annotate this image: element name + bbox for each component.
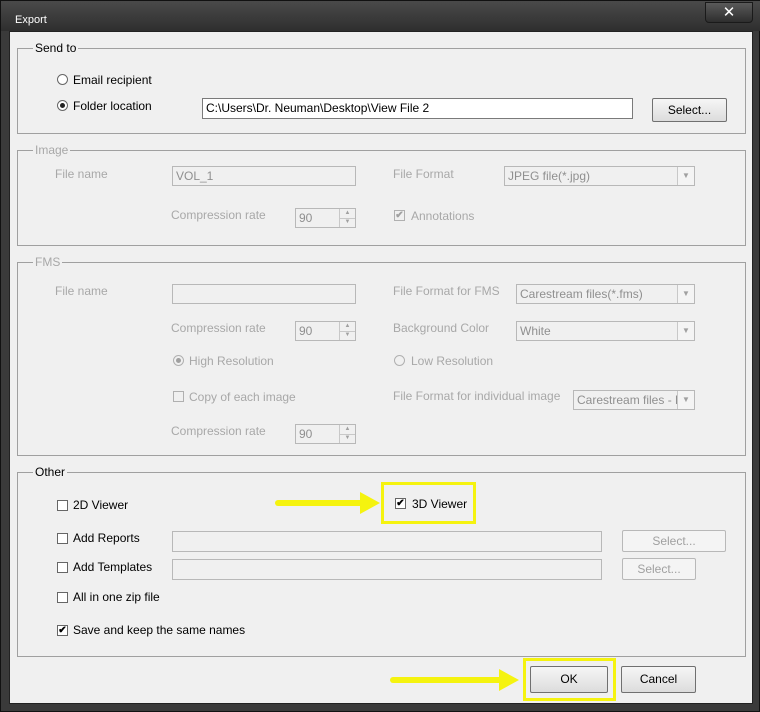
chevron-down-icon: ▼ (677, 322, 694, 340)
individual-format-dropdown[interactable]: Carestream files - Lar ▼ (573, 390, 695, 410)
fms-compression-stepper[interactable]: 90 ▲ ▼ (295, 321, 356, 341)
title-bar[interactable]: Export ✕ (1, 1, 760, 31)
chevron-down-icon: ▼ (677, 285, 694, 303)
radio-dot (176, 358, 181, 363)
fms-compression2-label: Compression rate (171, 424, 266, 438)
fms-compression-value: 90 (299, 324, 313, 338)
radio-dot (60, 103, 65, 108)
fms-file-format-label: File Format for FMS (393, 284, 500, 298)
image-file-name-label: File name (55, 167, 108, 181)
dialog-body: Send to Email recipient Folder location … (9, 31, 753, 704)
add-templates-label: Add Templates (73, 560, 153, 574)
image-file-format-dropdown[interactable]: JPEG file(*.jpg) ▼ (504, 166, 695, 186)
chevron-down-icon: ▼ (677, 391, 694, 409)
fms-legend: FMS (33, 255, 63, 269)
folder-select-button[interactable]: Select... (652, 98, 727, 122)
templates-select-button[interactable]: Select... (622, 558, 696, 580)
image-compression-value: 90 (299, 211, 313, 225)
fms-file-name-label: File name (55, 284, 108, 298)
background-color-value: White (520, 324, 551, 338)
arrow-shaft (390, 677, 502, 683)
folder-path-input[interactable]: C:\Users\Dr. Neuman\Desktop\View File 2 (202, 98, 633, 119)
close-button[interactable]: ✕ (705, 2, 753, 23)
save-names-label: Save and keep the same names (73, 623, 246, 637)
image-file-name-input[interactable]: VOL_1 (172, 166, 356, 186)
individual-format-label: File Format for individual image (393, 389, 561, 403)
low-resolution-radio[interactable] (394, 355, 405, 366)
copy-each-image-label: Copy of each image (189, 390, 296, 404)
other-legend: Other (33, 465, 68, 479)
viewer-2d-label: 2D Viewer (73, 498, 129, 512)
viewer-3d-highlight-box (381, 482, 476, 524)
save-names-checkbox[interactable]: ✔ (57, 625, 68, 636)
image-legend: Image (33, 143, 71, 157)
annotations-label: Annotations (411, 209, 475, 223)
export-dialog: Export ✕ Send to Email recipient Folder … (0, 0, 760, 712)
arrow-right-icon (360, 492, 380, 514)
background-color-label: Background Color (393, 321, 490, 335)
fms-compression2-value: 90 (299, 427, 313, 441)
fms-compression-label: Compression rate (171, 321, 266, 335)
low-resolution-label: Low Resolution (411, 354, 494, 368)
chevron-down-icon: ▼ (677, 167, 694, 185)
image-compression-label: Compression rate (171, 208, 266, 222)
ok-highlight-box (523, 658, 616, 701)
image-file-format-label: File Format (393, 167, 454, 181)
annotations-checkbox[interactable]: ✔ (394, 210, 405, 221)
background-color-dropdown[interactable]: White ▼ (516, 321, 695, 341)
spin-down-icon[interactable]: ▼ (339, 218, 355, 227)
add-templates-checkbox[interactable] (57, 562, 68, 573)
folder-location-radio[interactable] (57, 100, 68, 111)
image-compression-stepper[interactable]: 90 ▲ ▼ (295, 208, 356, 228)
zip-file-label: All in one zip file (73, 590, 160, 604)
add-reports-checkbox[interactable] (57, 533, 68, 544)
spin-down-icon[interactable]: ▼ (339, 434, 355, 443)
cancel-button[interactable]: Cancel (621, 666, 696, 693)
fms-file-format-dropdown[interactable]: Carestream files(*.fms) ▼ (516, 284, 695, 304)
add-reports-label: Add Reports (73, 531, 140, 545)
add-templates-input[interactable] (172, 559, 602, 580)
image-group (17, 150, 746, 246)
send-to-legend: Send to (33, 41, 79, 55)
fms-file-format-value: Carestream files(*.fms) (520, 287, 643, 301)
high-resolution-label: High Resolution (189, 354, 274, 368)
fms-compression2-stepper[interactable]: 90 ▲ ▼ (295, 424, 356, 444)
zip-file-checkbox[interactable] (57, 592, 68, 603)
arrow-right-icon (499, 669, 519, 691)
copy-each-image-checkbox[interactable] (173, 391, 184, 402)
window-title: Export (15, 14, 47, 26)
spin-down-icon[interactable]: ▼ (339, 331, 355, 340)
folder-location-label: Folder location (73, 99, 152, 113)
viewer-2d-checkbox[interactable] (57, 500, 68, 511)
send-to-group (17, 48, 746, 134)
individual-format-value: Carestream files - Lar (577, 393, 693, 407)
fms-file-name-input[interactable] (172, 284, 356, 304)
email-recipient-label: Email recipient (73, 73, 152, 87)
high-resolution-radio[interactable] (173, 355, 184, 366)
email-recipient-radio[interactable] (57, 74, 68, 85)
reports-select-button[interactable]: Select... (622, 530, 726, 552)
arrow-shaft (275, 500, 363, 506)
image-file-format-value: JPEG file(*.jpg) (508, 169, 591, 183)
add-reports-input[interactable] (172, 531, 602, 552)
